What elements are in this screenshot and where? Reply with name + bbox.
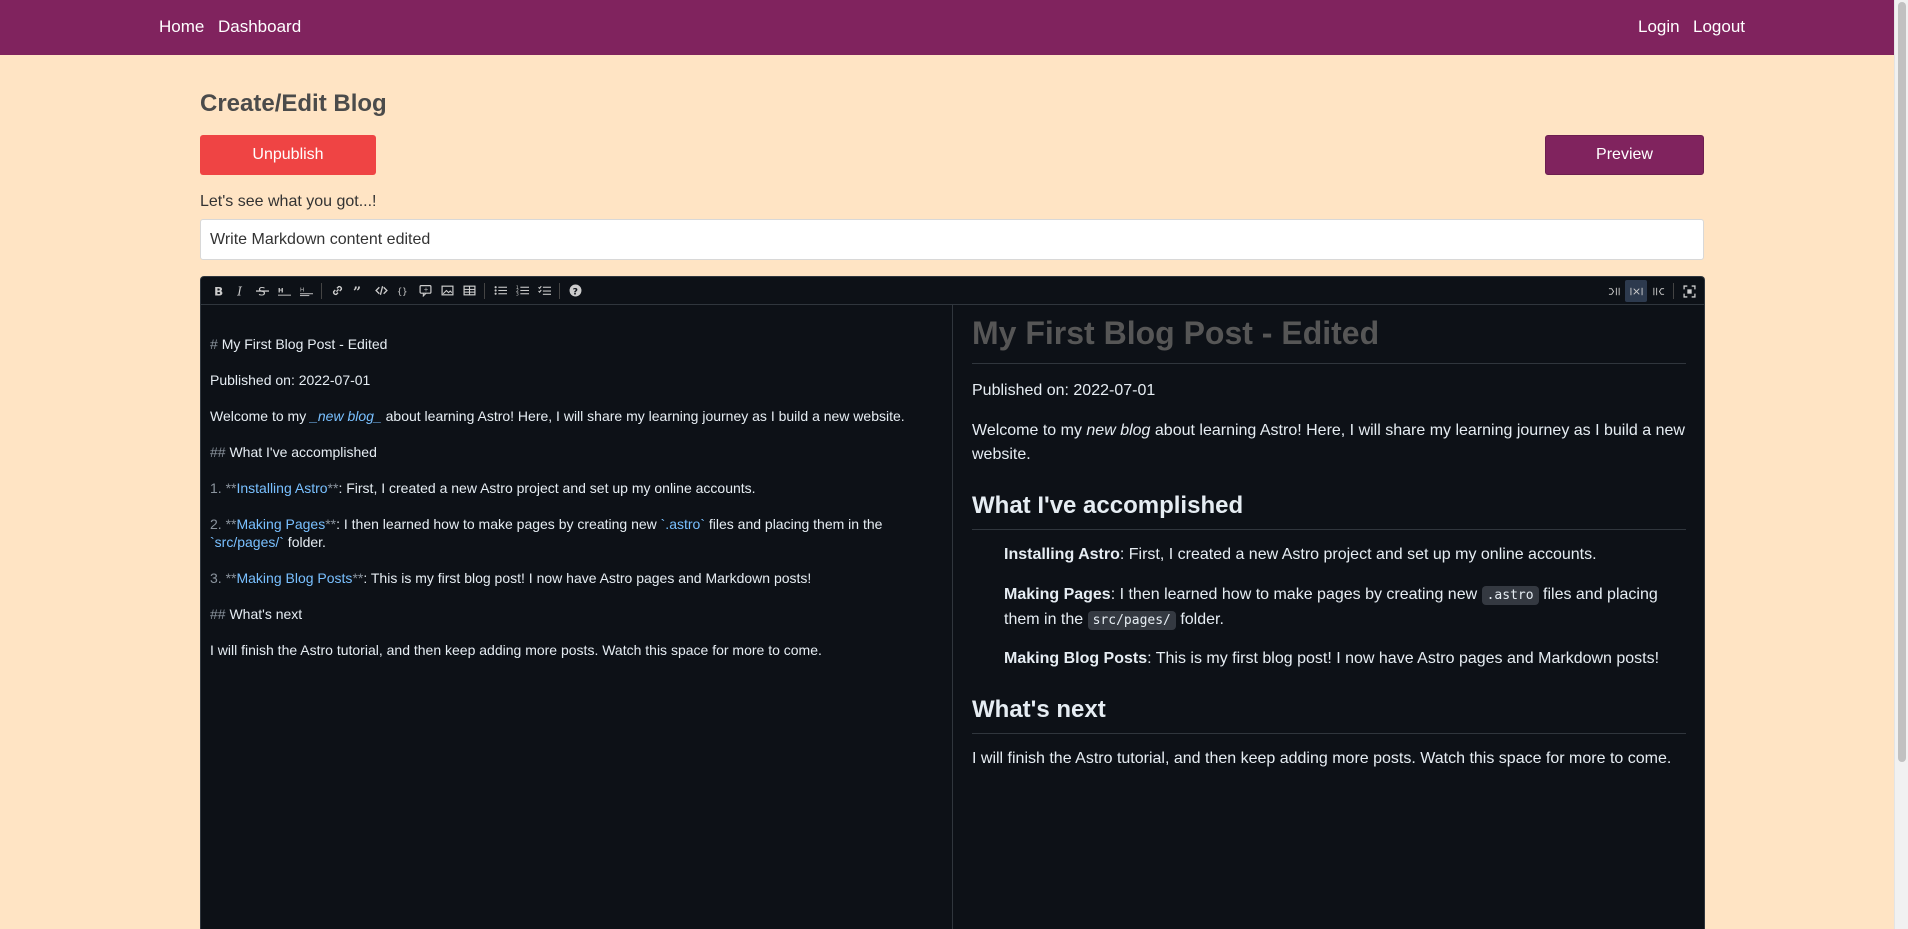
editor-toolbar: B I S H H ” {} + 123 ? bbox=[201, 277, 1704, 305]
italic-icon[interactable]: I bbox=[229, 280, 251, 302]
bold-icon[interactable]: B bbox=[207, 280, 229, 302]
unpublish-button[interactable]: Unpublish bbox=[200, 135, 376, 175]
heading-smaller-icon[interactable]: H bbox=[295, 280, 317, 302]
toolbar-separator bbox=[321, 282, 322, 299]
page-scrollbar[interactable] bbox=[1894, 0, 1908, 929]
markdown-preview-pane: My First Blog Post - Edited Published on… bbox=[953, 305, 1704, 929]
edit-mode-icon[interactable] bbox=[1603, 280, 1625, 302]
nav-login-link[interactable]: Login bbox=[1638, 17, 1680, 37]
markdown-source-pane[interactable]: # My First Blog Post - Edited Published … bbox=[201, 305, 953, 929]
top-navbar: Home Dashboard Login Logout bbox=[0, 0, 1894, 55]
svg-text:”: ” bbox=[353, 285, 361, 297]
source-line: 1. **Installing Astro**: First, I create… bbox=[210, 480, 756, 496]
preview-heading-next: What's next bbox=[972, 696, 1106, 723]
source-line: ## What's next bbox=[210, 606, 303, 622]
toolbar-separator bbox=[484, 282, 485, 299]
image-icon[interactable] bbox=[436, 280, 458, 302]
preview-paragraph: Welcome to my new blog about learning As… bbox=[972, 422, 1685, 463]
svg-text:3: 3 bbox=[516, 291, 519, 297]
heading-rule bbox=[972, 363, 1686, 364]
svg-text:I: I bbox=[236, 284, 242, 297]
title-input[interactable] bbox=[200, 219, 1704, 260]
preview-list-item: Installing Astro: First, I created a new… bbox=[1004, 546, 1597, 563]
title-field-label: Let's see what you got...! bbox=[200, 193, 377, 210]
toolbar-separator bbox=[559, 282, 560, 299]
ordered-list-icon[interactable]: 123 bbox=[511, 280, 533, 302]
editor-mode-controls bbox=[1603, 280, 1700, 302]
source-line: Welcome to my _new blog_ about learning … bbox=[210, 408, 905, 424]
nav-dashboard-link[interactable]: Dashboard bbox=[218, 17, 301, 37]
source-line: 3. **Making Blog Posts**: This is my fir… bbox=[210, 570, 812, 586]
preview-button[interactable]: Preview bbox=[1545, 135, 1704, 175]
heading-rule bbox=[972, 529, 1686, 530]
preview-heading-accomplished: What I've accomplished bbox=[972, 492, 1244, 519]
strikethrough-icon[interactable]: S bbox=[251, 280, 273, 302]
markdown-editor: B I S H H ” {} + 123 ? # My First Blog P… bbox=[200, 276, 1705, 929]
svg-text:+: + bbox=[423, 287, 428, 294]
code-icon[interactable] bbox=[370, 280, 392, 302]
source-line: Published on: 2022-07-01 bbox=[210, 372, 371, 388]
preview-published-date: Published on: 2022-07-01 bbox=[972, 382, 1156, 399]
source-line: 2. **Making Pages**: I then learned how … bbox=[210, 516, 883, 532]
nav-home-link[interactable]: Home bbox=[159, 17, 204, 37]
svg-text:?: ? bbox=[572, 286, 577, 297]
preview-mode-icon[interactable] bbox=[1647, 280, 1669, 302]
svg-text:H: H bbox=[300, 287, 304, 293]
page-title: Create/Edit Blog bbox=[200, 90, 387, 117]
source-line: # My First Blog Post - Edited bbox=[210, 336, 388, 352]
svg-text:{}: {} bbox=[397, 287, 407, 297]
heading-rule bbox=[972, 733, 1686, 734]
preview-list-item: Making Pages: I then learned how to make… bbox=[1004, 586, 1658, 630]
preview-closing-paragraph: I will finish the Astro tutorial, and th… bbox=[972, 750, 1672, 767]
source-line: `src/pages/` folder. bbox=[210, 534, 326, 550]
source-line: I will finish the Astro tutorial, and th… bbox=[210, 642, 822, 658]
nav-logout-link[interactable]: Logout bbox=[1693, 17, 1745, 37]
heading-icon[interactable]: H bbox=[273, 280, 295, 302]
source-line: ## What I've accomplished bbox=[210, 444, 377, 460]
quote-icon[interactable]: ” bbox=[348, 280, 370, 302]
svg-text:H: H bbox=[278, 286, 283, 294]
task-list-icon[interactable] bbox=[533, 280, 555, 302]
preview-list-item: Making Blog Posts: This is my first blog… bbox=[1004, 650, 1660, 667]
unordered-list-icon[interactable] bbox=[489, 280, 511, 302]
preview-heading-1: My First Blog Post - Edited bbox=[972, 315, 1380, 351]
scrollbar-thumb[interactable] bbox=[1898, 2, 1906, 762]
link-icon[interactable] bbox=[326, 280, 348, 302]
comment-icon[interactable]: + bbox=[414, 280, 436, 302]
toolbar-separator bbox=[1673, 283, 1674, 299]
code-block-icon[interactable]: {} bbox=[392, 280, 414, 302]
svg-text:B: B bbox=[214, 284, 223, 297]
table-icon[interactable] bbox=[458, 280, 480, 302]
fullscreen-icon[interactable] bbox=[1678, 280, 1700, 302]
side-by-side-icon[interactable] bbox=[1625, 280, 1647, 302]
help-icon[interactable]: ? bbox=[564, 280, 586, 302]
